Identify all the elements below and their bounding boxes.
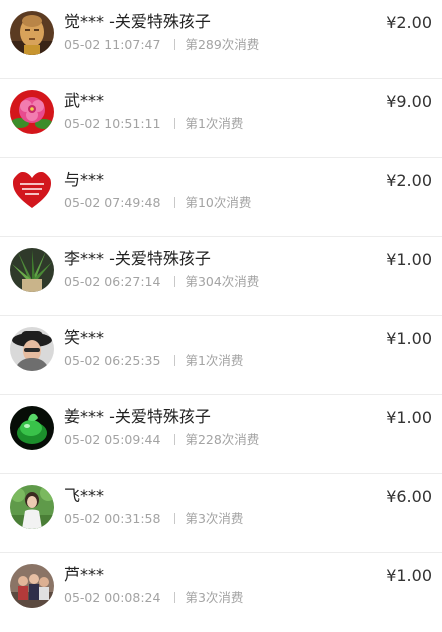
donor-name: 笑*** bbox=[64, 328, 105, 347]
list-item[interactable]: 笑*** 05-02 06:25:35 第1次消费 ¥1.00 bbox=[0, 316, 442, 395]
avatar[interactable] bbox=[10, 11, 54, 55]
donation-amount: ¥2.00 bbox=[386, 171, 432, 190]
divider bbox=[174, 39, 176, 50]
donation-meta: 05-02 10:51:11 第1次消费 bbox=[64, 115, 243, 133]
avatar[interactable] bbox=[10, 169, 54, 213]
donation-amount: ¥1.00 bbox=[386, 329, 432, 348]
group-photo-icon bbox=[10, 564, 54, 608]
green-jade-icon bbox=[10, 406, 54, 450]
donation-count: 第1次消费 bbox=[185, 353, 244, 368]
donation-amount: ¥6.00 bbox=[386, 487, 432, 506]
list-item[interactable]: 姜*** -关爱特殊孩子 05-02 05:09:44 第228次消费 ¥1.00 bbox=[0, 395, 442, 474]
donation-count: 第1次消费 bbox=[185, 116, 244, 131]
donation-count: 第3次消费 bbox=[185, 511, 244, 526]
list-item[interactable]: 与*** 05-02 07:49:48 第10次消费 ¥2.00 bbox=[0, 158, 442, 237]
list-item[interactable]: 芦*** 05-02 00:08:24 第3次消费 ¥1.00 bbox=[0, 553, 442, 632]
donation-time: 05-02 11:07:47 bbox=[64, 37, 161, 52]
list-item[interactable]: 飞*** 05-02 00:31:58 第3次消费 ¥6.00 bbox=[0, 474, 442, 553]
divider bbox=[174, 434, 176, 445]
peony-flower-icon bbox=[10, 90, 54, 134]
donation-meta: 05-02 05:09:44 第228次消费 bbox=[64, 431, 259, 449]
buddha-statue-icon bbox=[10, 11, 54, 55]
divider bbox=[174, 355, 176, 366]
donation-amount: ¥1.00 bbox=[386, 250, 432, 269]
donor-name: 李*** -关爱特殊孩子 bbox=[64, 249, 211, 268]
list-item[interactable]: 李*** -关爱特殊孩子 05-02 06:27:14 第304次消费 ¥1.00 bbox=[0, 237, 442, 316]
donation-time: 05-02 06:27:14 bbox=[64, 274, 161, 289]
woman-hat-icon bbox=[10, 327, 54, 371]
avatar[interactable] bbox=[10, 90, 54, 134]
donation-meta: 05-02 07:49:48 第10次消费 bbox=[64, 194, 251, 212]
divider bbox=[174, 276, 176, 287]
avatar[interactable] bbox=[10, 485, 54, 529]
donor-name: 觉*** -关爱特殊孩子 bbox=[64, 12, 211, 31]
list-item[interactable]: 武*** 05-02 10:51:11 第1次消费 ¥9.00 bbox=[0, 79, 442, 158]
donation-time: 05-02 10:51:11 bbox=[64, 116, 161, 131]
donation-time: 05-02 05:09:44 bbox=[64, 432, 161, 447]
donation-count: 第228次消费 bbox=[185, 432, 260, 447]
donation-amount: ¥1.00 bbox=[386, 566, 432, 585]
avatar[interactable] bbox=[10, 406, 54, 450]
donation-meta: 05-02 00:31:58 第3次消费 bbox=[64, 510, 243, 528]
woman-outdoor-icon bbox=[10, 485, 54, 529]
donation-amount: ¥9.00 bbox=[386, 92, 432, 111]
donation-meta: 05-02 06:25:35 第1次消费 bbox=[64, 352, 243, 370]
red-heart-icon bbox=[10, 169, 54, 213]
divider bbox=[174, 592, 176, 603]
donation-time: 05-02 06:25:35 bbox=[64, 353, 161, 368]
donation-count: 第10次消费 bbox=[185, 195, 252, 210]
list-item[interactable]: 觉*** -关爱特殊孩子 05-02 11:07:47 第289次消费 ¥2.00 bbox=[0, 0, 442, 79]
donation-amount: ¥2.00 bbox=[386, 13, 432, 32]
donor-name: 姜*** -关爱特殊孩子 bbox=[64, 407, 211, 426]
avatar[interactable] bbox=[10, 327, 54, 371]
donation-time: 05-02 07:49:48 bbox=[64, 195, 161, 210]
donation-meta: 05-02 06:27:14 第304次消费 bbox=[64, 273, 259, 291]
avatar[interactable] bbox=[10, 248, 54, 292]
donation-time: 05-02 00:08:24 bbox=[64, 590, 161, 605]
donation-meta: 05-02 11:07:47 第289次消费 bbox=[64, 36, 259, 54]
donation-time: 05-02 00:31:58 bbox=[64, 511, 161, 526]
donor-name: 芦*** bbox=[64, 565, 105, 584]
potted-plant-icon bbox=[10, 248, 54, 292]
avatar[interactable] bbox=[10, 564, 54, 608]
donation-count: 第304次消费 bbox=[185, 274, 260, 289]
donor-name: 飞*** bbox=[64, 486, 105, 505]
donation-meta: 05-02 00:08:24 第3次消费 bbox=[64, 589, 243, 607]
donation-amount: ¥1.00 bbox=[386, 408, 432, 427]
donor-name: 武*** bbox=[64, 91, 105, 110]
donor-name: 与*** bbox=[64, 170, 105, 189]
donation-count: 第289次消费 bbox=[185, 37, 260, 52]
divider bbox=[174, 118, 176, 129]
donation-count: 第3次消费 bbox=[185, 590, 244, 605]
divider bbox=[174, 513, 176, 524]
divider bbox=[174, 197, 176, 208]
donation-list: 觉*** -关爱特殊孩子 05-02 11:07:47 第289次消费 ¥2.00… bbox=[0, 0, 442, 613]
